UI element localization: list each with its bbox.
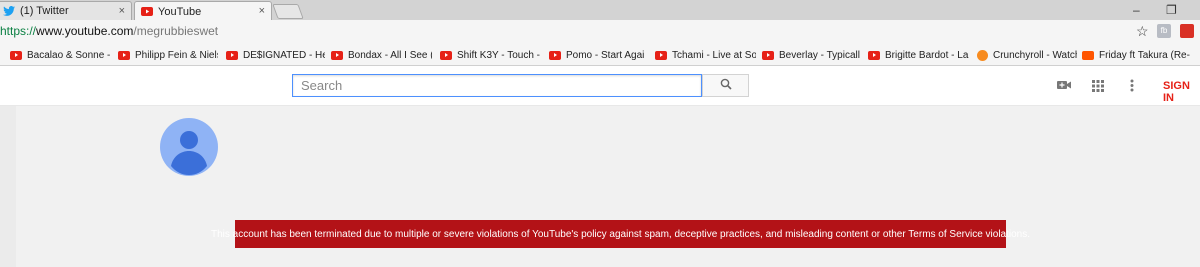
close-tab-icon[interactable]: ×	[119, 5, 125, 17]
upload-video-icon[interactable]	[1057, 78, 1071, 96]
bookmark-item[interactable]: Pomo - Start Again (	[549, 48, 645, 62]
bookmark-item[interactable]: Bacalao & Sonne - U	[10, 48, 110, 62]
tab-title: YouTube	[158, 5, 202, 18]
tab-twitter[interactable]: (1) Twitter ×	[0, 1, 132, 20]
bookmark-item[interactable]: Philipp Fein & Niels	[118, 48, 218, 62]
youtube-icon	[226, 50, 238, 60]
address-bar[interactable]: https://www.youtube.com/megrubbieswet ☆ …	[0, 20, 1200, 44]
minimize-icon[interactable]: –	[1133, 3, 1140, 17]
search-button[interactable]	[702, 74, 749, 97]
bookmark-item[interactable]: Beverlay - Typically I	[762, 48, 860, 62]
avatar	[160, 118, 218, 176]
browser-tab-strip: (1) Twitter × YouTube × – ❐	[0, 0, 1200, 21]
youtube-icon	[440, 50, 452, 60]
extension-icon[interactable]: fb	[1157, 24, 1171, 38]
youtube-icon	[762, 50, 774, 60]
bookmark-item[interactable]: Shift K3Y - Touch - Y	[440, 48, 540, 62]
twitter-bird-icon	[3, 5, 15, 17]
apps-grid-icon[interactable]	[1092, 79, 1104, 97]
new-tab-button[interactable]	[272, 4, 304, 19]
bookmark-item[interactable]: Crunchyroll - Watch	[977, 48, 1077, 62]
youtube-icon	[118, 50, 130, 60]
youtube-icon	[549, 50, 561, 60]
youtube-icon	[655, 50, 667, 60]
restore-icon[interactable]: ❐	[1166, 3, 1177, 17]
bookmark-item[interactable]: Brigitte Bardot - La M	[868, 48, 969, 62]
guide-sidebar	[0, 106, 16, 267]
bookmark-item[interactable]: DE$IGNATED - Hey F	[226, 48, 325, 62]
bookmarks-bar: Bacalao & Sonne - U Philipp Fein & Niels…	[0, 44, 1200, 66]
soundcloud-icon	[1082, 50, 1094, 60]
bookmark-item[interactable]: Tchami - Live at Soc	[655, 48, 756, 62]
extension-icon[interactable]	[1180, 24, 1194, 38]
bookmark-item[interactable]: Bondax - All I See (D	[331, 48, 432, 62]
sign-in-button[interactable]: SIGN IN	[1163, 80, 1200, 104]
default-user-icon	[171, 131, 207, 175]
youtube-masthead: SIGN IN	[0, 66, 1200, 106]
youtube-icon	[10, 50, 22, 60]
youtube-icon	[868, 50, 880, 60]
bookmark-star-icon[interactable]: ☆	[1136, 23, 1149, 40]
bookmark-item[interactable]: Friday ft Takura (Re-	[1082, 48, 1196, 62]
crunchyroll-icon	[977, 49, 988, 61]
youtube-icon	[331, 50, 343, 60]
close-tab-icon[interactable]: ×	[259, 5, 265, 17]
url-text[interactable]: https://www.youtube.com/megrubbieswet	[0, 24, 218, 38]
more-options-icon[interactable]	[1130, 79, 1134, 97]
account-terminated-notice: This account has been terminated due to …	[211, 220, 1030, 248]
tab-youtube[interactable]: YouTube ×	[134, 1, 272, 21]
search-icon	[720, 77, 732, 95]
search-input[interactable]	[292, 74, 702, 97]
tab-title: (1) Twitter	[20, 5, 69, 17]
youtube-icon	[141, 6, 153, 18]
